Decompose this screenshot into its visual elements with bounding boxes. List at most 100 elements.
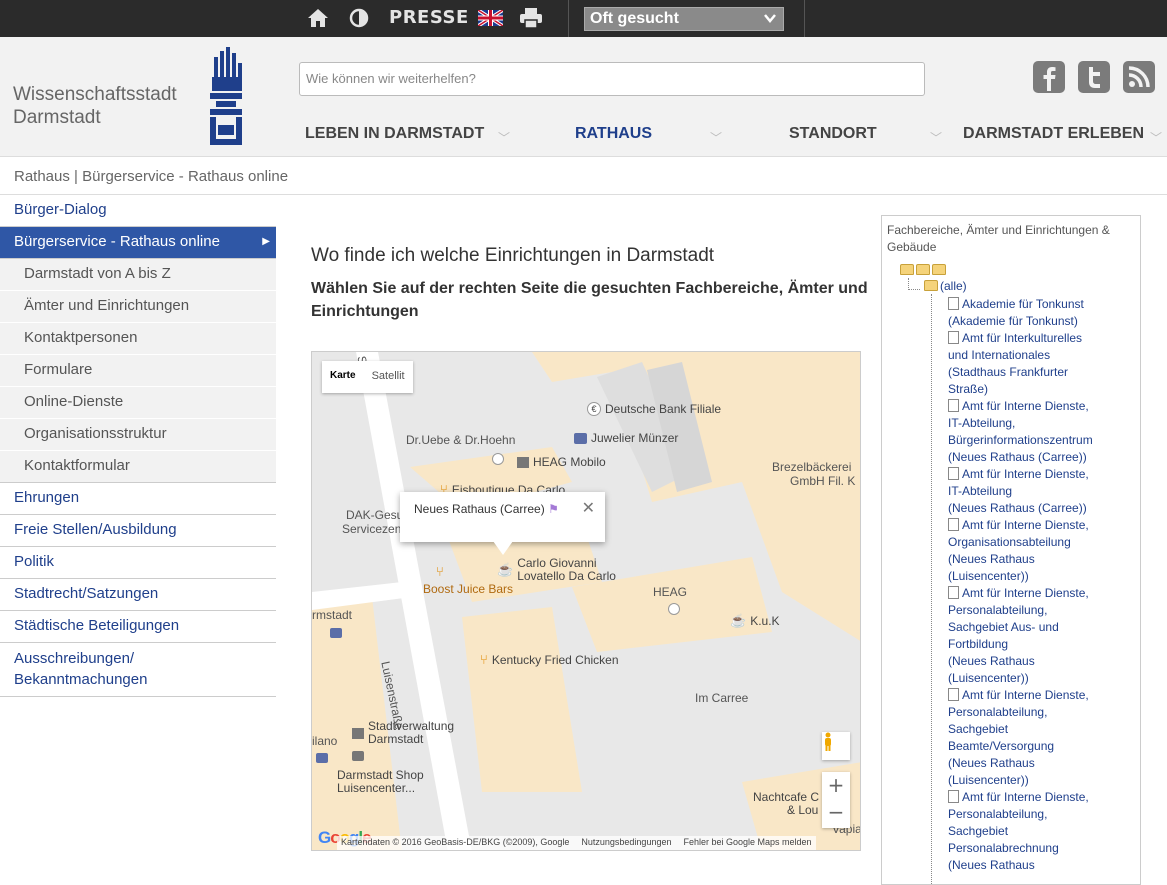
- sidebar-item-buergerservice[interactable]: Bürgerservice - Rathaus online ▶: [0, 227, 276, 259]
- street-label-darmstadt: rmstadt: [312, 608, 353, 622]
- rss-icon[interactable]: [1123, 61, 1155, 93]
- document-icon: [948, 399, 959, 412]
- map-info-window: Neues Rathaus (Carree) ⚑ ✕: [400, 492, 605, 542]
- nav-standort[interactable]: STANDORT: [789, 125, 877, 143]
- contrast-icon[interactable]: [348, 6, 370, 30]
- tree-item[interactable]: Amt für Interne Dienste, Personalabteilu…: [948, 585, 1138, 687]
- sidebar-item-politik[interactable]: Politik: [0, 547, 276, 579]
- document-icon: [948, 297, 959, 310]
- poi-kfc[interactable]: ⑂ Kentucky Fried Chicken: [480, 652, 619, 667]
- poi-label: Juwelier Münzer: [591, 431, 679, 445]
- folder-open-icon[interactable]: [900, 264, 914, 275]
- document-icon: [948, 586, 959, 599]
- poi-juwelier[interactable]: Juwelier Münzer: [574, 431, 678, 445]
- nav-leben-in-darmstadt[interactable]: LEBEN IN DARMSTADT: [305, 125, 484, 143]
- poi-marker[interactable]: [492, 453, 504, 465]
- tree-item-label: Amt für Interne Dienste, Organisationsab…: [948, 518, 1089, 583]
- shop-icon: [574, 432, 587, 444]
- sidebar-item-freie-stellen[interactable]: Freie Stellen/Ausbildung: [0, 515, 276, 547]
- poi-kuk[interactable]: ☕ K.u.K: [730, 613, 780, 629]
- top-bar: PRESSE Oft gesucht: [0, 0, 1167, 37]
- tree-item[interactable]: Amt für Interne Dienste, IT-Abteilung (N…: [948, 466, 1138, 517]
- poi-marker[interactable]: [668, 603, 680, 615]
- map-type-karte[interactable]: Karte: [322, 361, 364, 393]
- tree-vertical-line: [931, 294, 932, 884]
- sidebar-item-organisationsstruktur[interactable]: Organisationsstruktur: [0, 419, 276, 451]
- attribution-text: Kartendaten © 2016 GeoBasis-DE/BKG (©200…: [341, 837, 570, 847]
- poi-label: Kentucky Fried Chicken: [491, 652, 619, 667]
- report-error-link[interactable]: Fehler bei Google Maps melden: [683, 837, 811, 849]
- cafe-icon: ☕: [497, 562, 514, 577]
- city-logo-icon[interactable]: [208, 45, 244, 151]
- sidebar-item-aemter[interactable]: Ämter und Einrichtungen: [0, 291, 276, 323]
- poi-label-boost: Boost Juice Bars: [423, 582, 514, 596]
- tree-item[interactable]: Akademie für Tonkunst (Akademie für Tonk…: [948, 296, 1138, 330]
- chevron-down-icon: [763, 11, 777, 30]
- poi-darmstadt-shop[interactable]: Darmstadt Shop Luisencenter...: [337, 769, 424, 795]
- zoom-in-button[interactable]: +: [822, 772, 850, 799]
- sidebar-item-formulare[interactable]: Formulare: [0, 355, 276, 387]
- sidebar-item-ausschreibungen[interactable]: Ausschreibungen/ Bekanntmachungen: [0, 643, 276, 697]
- nav-darmstadt-erleben[interactable]: DARMSTADT ERLEBEN: [963, 125, 1144, 143]
- panel-title: Fachbereiche, Ämter und Einrichtungen & …: [887, 223, 1110, 254]
- poi-label: K.u.K: [750, 614, 780, 628]
- sidebar-item-darmstadt-von-a-bis-z[interactable]: Darmstadt von A bis Z: [0, 259, 276, 291]
- street-view-pegman-icon[interactable]: [822, 732, 850, 760]
- poi-nachtcafe[interactable]: Nachtcafe C & Lou: [753, 791, 819, 817]
- terms-link[interactable]: Nutzungsbedingungen: [581, 837, 671, 849]
- poi-carlo[interactable]: ☕ Carlo Giovanni Lovatello Da Carlo: [497, 557, 616, 583]
- sidebar-item-stadtrecht[interactable]: Stadtrecht/Satzungen: [0, 579, 276, 611]
- tree-item[interactable]: Amt für Interne Dienste, IT-Abteilung, B…: [948, 398, 1138, 466]
- poi-stadtverwaltung[interactable]: Stadtverwaltung Darmstadt: [352, 720, 454, 746]
- sidebar-item-beteiligungen[interactable]: Städtische Beteiligungen: [0, 611, 276, 643]
- close-icon[interactable]: ✕: [582, 498, 595, 518]
- presse-link[interactable]: PRESSE: [389, 7, 469, 28]
- chevron-down-icon: ﹀: [498, 131, 511, 145]
- bank-icon: €: [587, 402, 601, 416]
- tree-item-label: Amt für Interne Dienste, Personalabteilu…: [948, 586, 1089, 685]
- poi-label-line: Darmstadt: [368, 732, 424, 746]
- poi-label-line: Darmstadt Shop: [337, 768, 424, 782]
- folder-icon[interactable]: [932, 264, 946, 275]
- poi-shop[interactable]: [330, 628, 342, 638]
- tree-item[interactable]: Amt für Interne Dienste, Personalabteilu…: [948, 687, 1138, 789]
- poi-shop[interactable]: [316, 753, 328, 763]
- home-icon[interactable]: [306, 6, 330, 30]
- sidebar-item-online-dienste[interactable]: Online-Dienste: [0, 387, 276, 419]
- chevron-right-icon: ▶: [262, 236, 270, 247]
- sidebar-item-ehrungen[interactable]: Ehrungen: [0, 483, 276, 515]
- english-flag-icon[interactable]: [477, 6, 503, 30]
- brand-name[interactable]: Wissenschaftsstadt Darmstadt: [13, 83, 177, 129]
- poi-label-brezel-2: GmbH Fil. K: [790, 474, 856, 488]
- tree-item[interactable]: Amt für Interkulturelles und Internation…: [948, 330, 1138, 398]
- document-icon: [948, 688, 959, 701]
- sidebar-nav: Bürger-Dialog Bürgerservice - Rathaus on…: [0, 195, 276, 697]
- zoom-out-button[interactable]: −: [822, 799, 850, 826]
- search-input[interactable]: Wie können wir weiterhelfen?: [299, 62, 925, 96]
- poi-camera[interactable]: [352, 751, 364, 761]
- breadcrumb[interactable]: Rathaus | Bürgerservice - Rathaus online: [0, 157, 1167, 195]
- tree-item-label: Amt für Interne Dienste, IT-Abteilung (N…: [948, 467, 1089, 515]
- facebook-icon[interactable]: [1033, 61, 1065, 93]
- print-icon[interactable]: [518, 6, 544, 30]
- tree-item[interactable]: Amt für Interne Dienste, Personalabteilu…: [948, 789, 1138, 874]
- twitter-icon[interactable]: [1078, 61, 1110, 93]
- chevron-down-icon: ﹀: [1150, 131, 1163, 145]
- poi-heag-mobilo[interactable]: HEAG Mobilo: [517, 455, 606, 469]
- map-type-satellit[interactable]: Satellit: [364, 361, 413, 393]
- folder-open-icon[interactable]: [916, 264, 930, 275]
- tree-item[interactable]: Amt für Interne Dienste, Organisationsab…: [948, 517, 1138, 585]
- sidebar-item-buerger-dialog[interactable]: Bürger-Dialog: [0, 195, 276, 227]
- marker-icon: [492, 453, 504, 465]
- poi-label: Stadtverwaltung Darmstadt: [368, 720, 454, 746]
- sidebar-item-kontaktformular[interactable]: Kontaktformular: [0, 451, 276, 483]
- sidebar-item-kontaktpersonen[interactable]: Kontaktpersonen: [0, 323, 276, 355]
- nav-rathaus[interactable]: RATHAUS: [575, 125, 652, 143]
- tree-root[interactable]: (alle): [924, 279, 967, 293]
- poi-label: Carlo Giovanni Lovatello Da Carlo: [517, 557, 616, 583]
- map-view[interactable]: S Karte Satellit € Deutsche Bank Filiale …: [311, 351, 861, 851]
- poi-deutsche-bank[interactable]: € Deutsche Bank Filiale: [587, 402, 721, 416]
- sidebar-item-label: Bürgerservice - Rathaus online: [14, 233, 220, 250]
- poi-restaurant[interactable]: ⑂: [436, 564, 444, 579]
- oft-gesucht-select[interactable]: Oft gesucht: [584, 7, 784, 31]
